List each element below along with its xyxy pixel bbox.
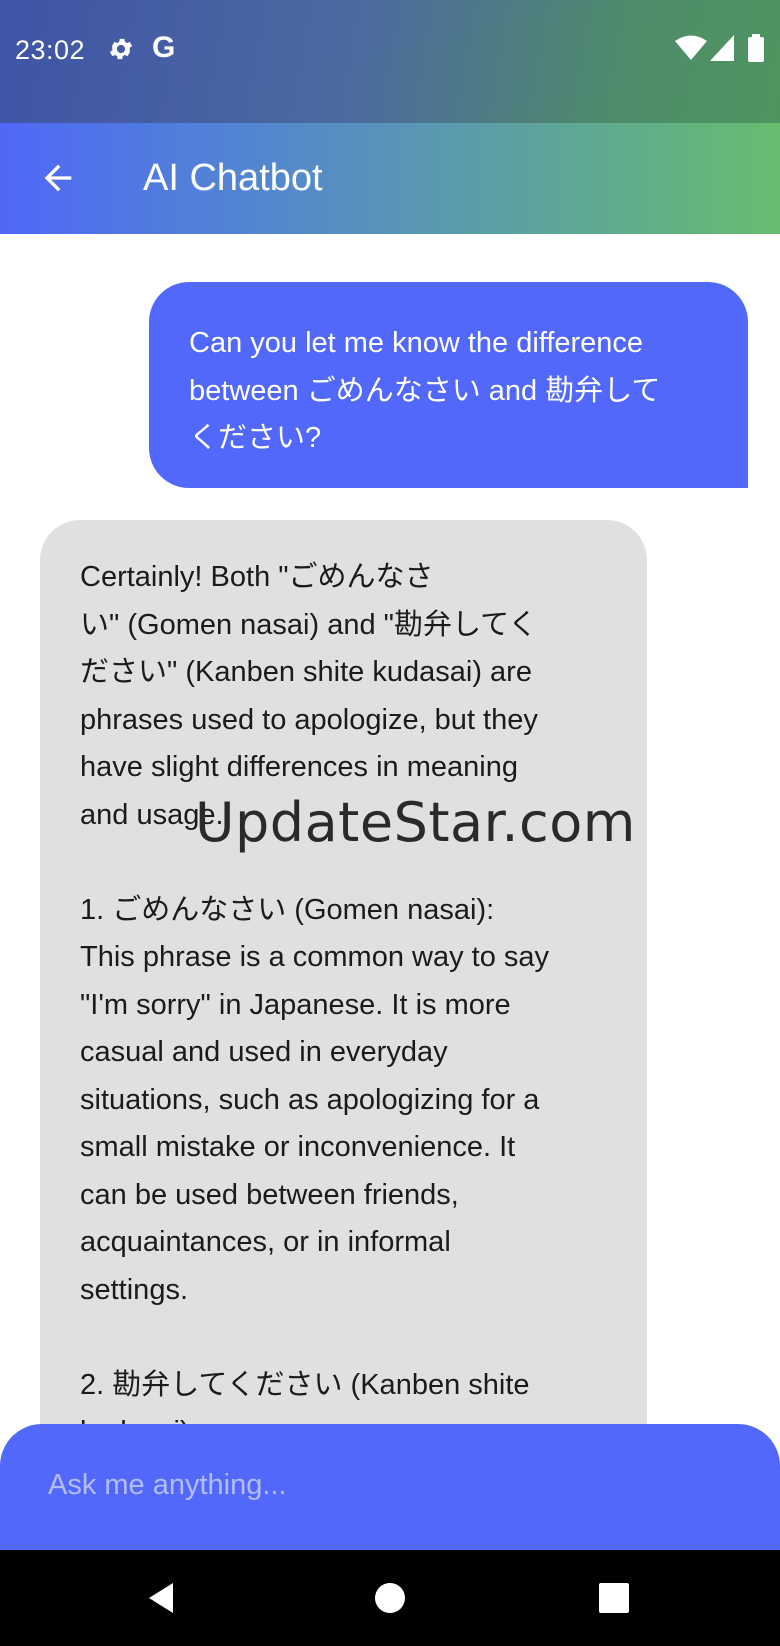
message-input[interactable]: [48, 1454, 738, 1516]
status-bar: 23:02 G: [0, 0, 780, 123]
wifi-icon: [675, 35, 707, 60]
input-bar: [0, 1424, 780, 1550]
nav-recents-icon[interactable]: [594, 1578, 634, 1618]
back-button[interactable]: [30, 150, 86, 206]
app-bar: AI Chatbot: [0, 123, 780, 234]
status-time: 23:02: [15, 35, 86, 65]
signal-icon: [710, 35, 734, 61]
nav-back-icon[interactable]: [143, 1578, 183, 1618]
bot-message-bubble: Certainly! Both "ごめんなさ い" (Gomen nasai) …: [40, 520, 647, 1424]
chat-message-list[interactable]: Can you let me know the difference betwe…: [0, 234, 780, 1424]
battery-icon: [748, 34, 764, 62]
nav-home-icon[interactable]: [370, 1578, 410, 1618]
page-title: AI Chatbot: [143, 157, 323, 199]
system-navigation-bar: [0, 1550, 780, 1646]
google-g-icon: G: [152, 31, 176, 64]
gear-icon: [109, 38, 133, 60]
arrow-left-icon: [44, 164, 72, 192]
user-message-bubble: Can you let me know the difference betwe…: [149, 282, 748, 488]
